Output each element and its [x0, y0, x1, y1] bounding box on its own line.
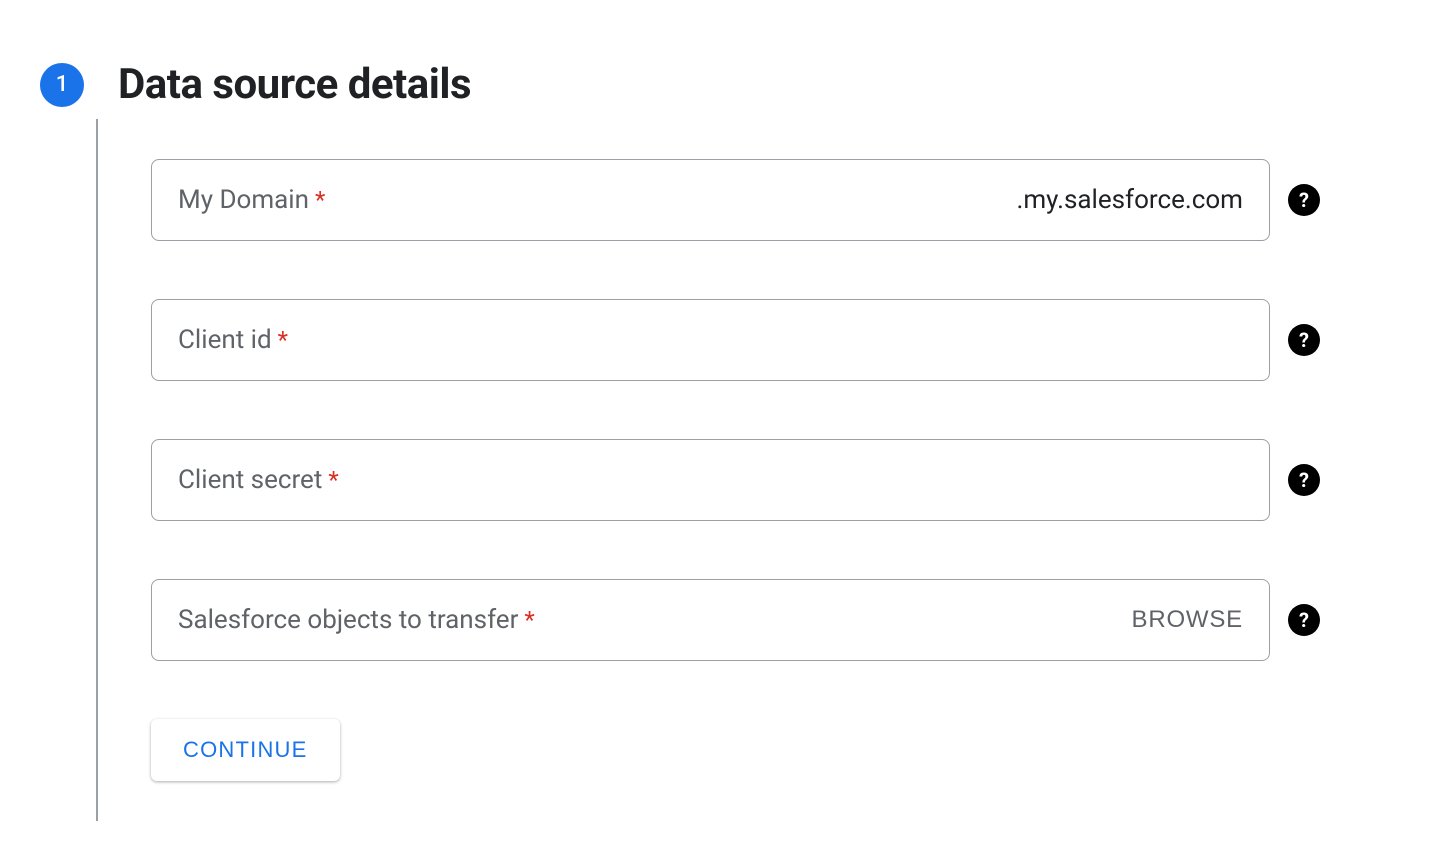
- step-body: My Domain * .my.salesforce.com ? Client …: [96, 159, 1320, 781]
- field-client-id: Client id * ?: [151, 299, 1320, 381]
- salesforce-objects-label: Salesforce objects to transfer *: [178, 605, 535, 635]
- salesforce-objects-label-text: Salesforce objects to transfer: [178, 605, 518, 635]
- help-icon[interactable]: ?: [1288, 324, 1320, 356]
- step-header: 1 Data source details: [40, 60, 1320, 109]
- step-number-badge: 1: [40, 63, 84, 107]
- help-icon[interactable]: ?: [1288, 604, 1320, 636]
- field-salesforce-objects: Salesforce objects to transfer * BROWSE …: [151, 579, 1320, 661]
- my-domain-label: My Domain *: [178, 185, 325, 215]
- client-secret-input[interactable]: [347, 465, 1243, 496]
- my-domain-suffix: .my.salesforce.com: [1017, 185, 1243, 215]
- required-indicator: *: [278, 326, 288, 354]
- field-client-secret: Client secret * ?: [151, 439, 1320, 521]
- client-secret-input-box[interactable]: Client secret *: [151, 439, 1270, 521]
- required-indicator: *: [328, 466, 338, 494]
- step-title: Data source details: [118, 60, 471, 109]
- help-icon[interactable]: ?: [1288, 464, 1320, 496]
- browse-button[interactable]: BROWSE: [1132, 606, 1243, 634]
- client-id-label-text: Client id: [178, 325, 272, 355]
- my-domain-input-box[interactable]: My Domain * .my.salesforce.com: [151, 159, 1270, 241]
- my-domain-input[interactable]: [333, 185, 1008, 216]
- required-indicator: *: [524, 606, 534, 634]
- client-id-input[interactable]: [296, 325, 1243, 356]
- client-secret-label-text: Client secret: [178, 465, 322, 495]
- help-icon[interactable]: ?: [1288, 184, 1320, 216]
- client-secret-label: Client secret *: [178, 465, 339, 495]
- client-id-label: Client id *: [178, 325, 288, 355]
- client-id-input-box[interactable]: Client id *: [151, 299, 1270, 381]
- required-indicator: *: [315, 186, 325, 214]
- continue-button[interactable]: CONTINUE: [151, 719, 340, 781]
- step-data-source-details: 1 Data source details My Domain * .my.sa…: [40, 60, 1320, 781]
- my-domain-label-text: My Domain: [178, 185, 309, 215]
- salesforce-objects-box[interactable]: Salesforce objects to transfer * BROWSE: [151, 579, 1270, 661]
- field-my-domain: My Domain * .my.salesforce.com ?: [151, 159, 1320, 241]
